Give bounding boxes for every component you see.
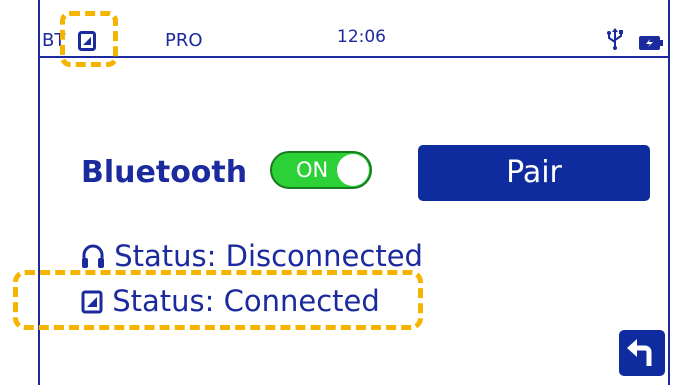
headphones-icon bbox=[81, 239, 114, 273]
headphone-status-text: Status: Disconnected bbox=[114, 239, 423, 273]
status-bar-time: 12:06 bbox=[337, 27, 386, 47]
bluetooth-toggle[interactable]: ON bbox=[270, 151, 372, 189]
toggle-knob bbox=[337, 154, 369, 186]
highlight-status-phone-icon bbox=[60, 11, 118, 67]
back-arrow-icon bbox=[619, 339, 665, 380]
highlight-phone-status bbox=[13, 270, 423, 330]
status-bar-mode: PRO bbox=[165, 30, 203, 51]
usb-icon bbox=[606, 28, 624, 54]
battery-icon bbox=[639, 35, 663, 54]
toggle-state-label: ON bbox=[296, 158, 329, 182]
headphone-status-row: Status: Disconnected bbox=[81, 239, 423, 273]
bluetooth-label: Bluetooth bbox=[81, 155, 248, 190]
pair-button[interactable]: Pair bbox=[418, 145, 650, 201]
back-button[interactable] bbox=[619, 330, 665, 376]
status-bar-divider bbox=[38, 56, 670, 58]
